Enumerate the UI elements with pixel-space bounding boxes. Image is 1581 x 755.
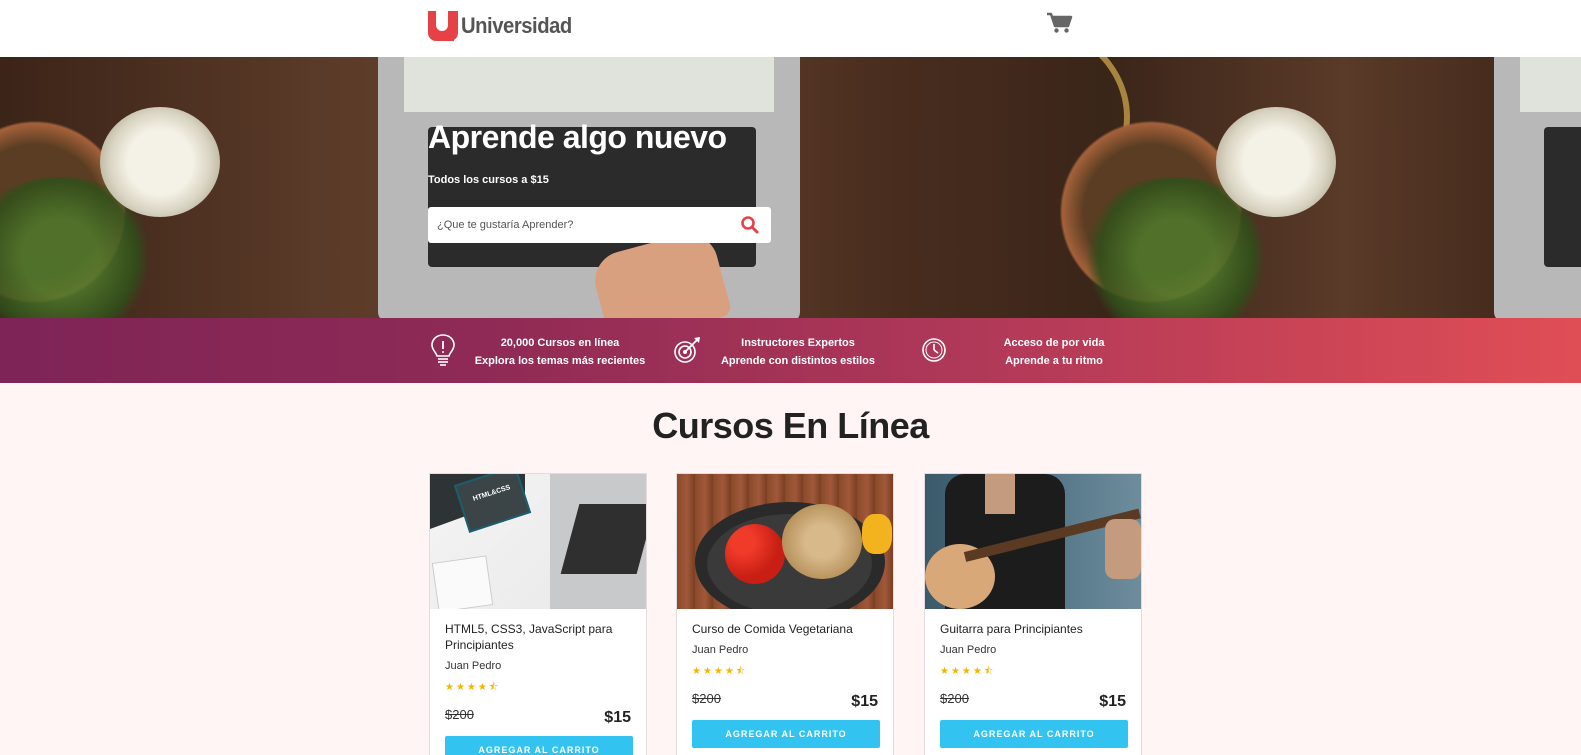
lightbulb-icon — [431, 334, 455, 366]
rating-stars-icon: ★★★★⯪ — [445, 682, 501, 693]
course-card: Guitarra para Principiantes Juan Pedro ★… — [924, 473, 1142, 755]
search-bar — [428, 207, 771, 243]
course-title[interactable]: Guitarra para Principiantes — [940, 621, 1130, 637]
add-to-cart-button[interactable]: AGREGAR AL CARRITO — [692, 720, 880, 748]
logo-mark-icon — [428, 11, 458, 41]
rating-stars-icon: ★★★★⯪ — [692, 666, 748, 677]
search-input[interactable] — [428, 207, 728, 243]
hero-background-photo-repeat — [1056, 57, 1581, 318]
hero-banner: Aprende algo nuevo Todos los cursos a $1… — [0, 57, 1581, 318]
course-card: Curso de Comida Vegetariana Juan Pedro ★… — [676, 473, 894, 755]
course-title[interactable]: Curso de Comida Vegetariana — [692, 621, 882, 637]
add-to-cart-button[interactable]: AGREGAR AL CARRITO — [445, 736, 633, 755]
laptop-image — [378, 57, 800, 318]
original-price: $200 — [692, 691, 721, 706]
feature-instructors: Instructores Expertos Aprende con distin… — [672, 318, 902, 383]
courses-section-title: Cursos En Línea — [652, 405, 929, 446]
rating-stars-icon: ★★★★⯪ — [940, 666, 996, 677]
hero-title: Aprende algo nuevo — [428, 119, 727, 155]
features-band: 20,000 Cursos en línea Explora los temas… — [0, 318, 1581, 383]
feature-access: Acceso de por vida Aprende a tu ritmo — [920, 318, 1150, 383]
search-icon[interactable] — [740, 215, 760, 235]
course-image-vegetarian[interactable] — [677, 474, 893, 609]
course-author: Juan Pedro — [692, 644, 749, 656]
discount-price: $15 — [851, 693, 878, 710]
add-to-cart-button[interactable]: AGREGAR AL CARRITO — [940, 720, 1128, 748]
discount-price: $15 — [1099, 693, 1126, 710]
original-price: $200 — [940, 691, 969, 706]
feature-title: Acceso de por vida — [1003, 337, 1105, 349]
discount-price: $15 — [604, 709, 631, 726]
feature-description: Aprende con distintos estilos — [720, 355, 876, 367]
feature-courses: 20,000 Cursos en línea Explora los temas… — [428, 318, 658, 383]
course-author: Juan Pedro — [445, 660, 502, 672]
original-price: $200 — [445, 707, 474, 722]
site-header: Universidad — [0, 0, 1581, 57]
feature-description: Explora los temas más recientes — [474, 355, 646, 367]
course-image-html-css[interactable]: HTML&CSS — [430, 474, 646, 609]
hero-subtitle: Todos los cursos a $15 — [428, 174, 549, 186]
course-card: HTML&CSS HTML5, CSS3, JavaScript para Pr… — [429, 473, 647, 755]
course-title[interactable]: HTML5, CSS3, JavaScript para Principiant… — [445, 621, 635, 653]
candle-image — [100, 107, 220, 217]
brand-name: Universidad — [461, 13, 572, 38]
clock-icon — [922, 338, 946, 362]
feature-description: Aprende a tu ritmo — [1005, 355, 1103, 367]
shopping-cart-icon[interactable] — [1047, 12, 1073, 34]
course-image-guitar[interactable] — [925, 474, 1141, 609]
brand-logo[interactable]: Universidad — [428, 11, 581, 41]
course-author: Juan Pedro — [940, 644, 997, 656]
feature-title: Instructores Expertos — [741, 337, 855, 349]
feature-title: 20,000 Cursos en línea — [500, 337, 620, 349]
hero-background-photo — [0, 57, 1130, 318]
